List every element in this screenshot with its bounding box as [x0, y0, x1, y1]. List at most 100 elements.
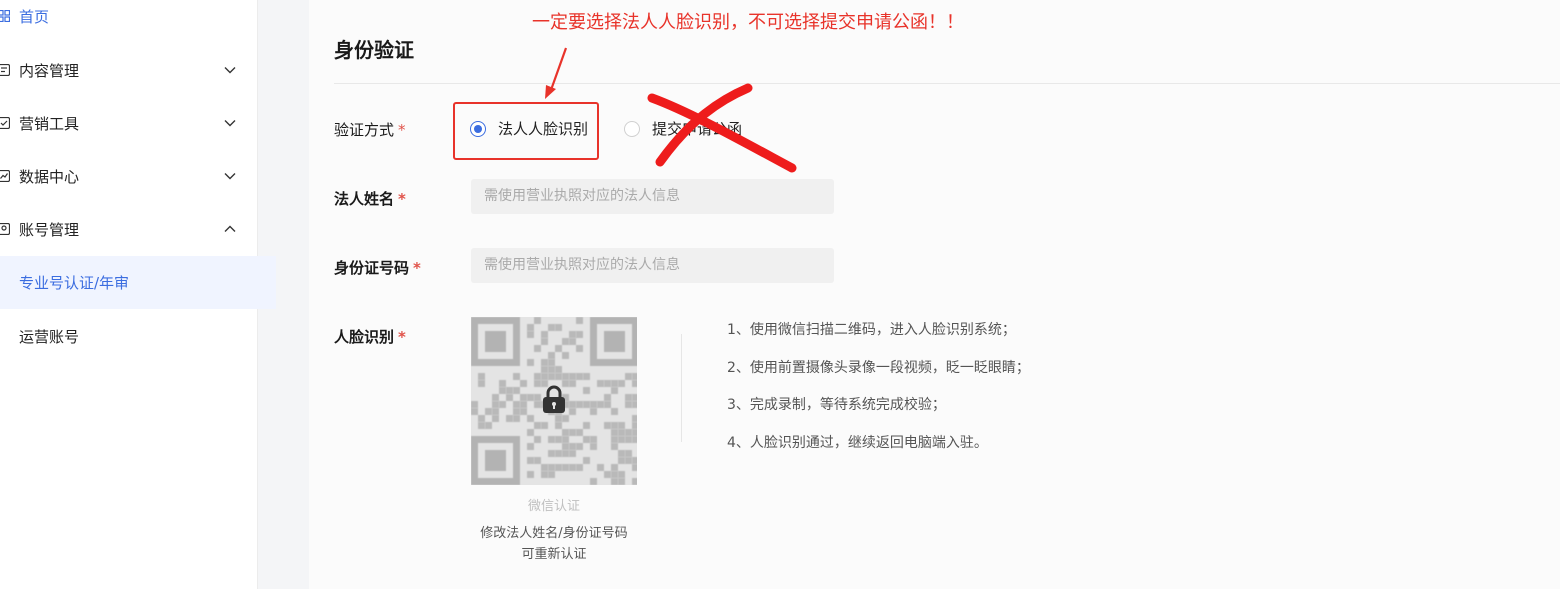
id-number-input[interactable]: 需使用营业执照对应的法人信息: [471, 248, 834, 283]
qr-module: [520, 380, 527, 387]
qr-module: [562, 338, 569, 345]
sidebar-item-label: 账号管理: [19, 220, 80, 239]
qr-module: [527, 331, 534, 338]
qr-module: [569, 464, 576, 471]
legal-name-input[interactable]: 需使用营业执照对应的法人信息: [471, 179, 834, 214]
sidebar-item-label: 营销工具: [19, 114, 80, 133]
qr-module: [527, 457, 534, 464]
qr-module: [576, 464, 583, 471]
qr-module: [555, 373, 562, 380]
radio-unchecked-icon[interactable]: [624, 120, 641, 137]
qr-module: [632, 373, 637, 380]
radio-submit-letter[interactable]: 提交申请公函: [624, 118, 742, 139]
qr-module: [590, 478, 597, 485]
face-label-text: 人脸识别: [334, 328, 395, 346]
qr-module: [541, 373, 548, 380]
qr-module: [583, 436, 590, 443]
name-label: 法人姓名 *: [334, 188, 406, 209]
qr-finder-pattern: [590, 317, 637, 366]
qr-module: [548, 324, 555, 331]
qr-module: [471, 408, 478, 415]
qr-module: [569, 450, 576, 457]
id-label: 身份证号码 *: [334, 257, 421, 278]
sidebar-item-home[interactable]: 首页: [0, 0, 257, 36]
radio-label: 提交申请公函: [652, 120, 743, 138]
qr-module: [611, 380, 618, 387]
qr-module: [513, 373, 520, 380]
qr-module: [618, 422, 625, 429]
sidebar-item-content[interactable]: 内容管理: [0, 50, 257, 90]
qr-module: [632, 422, 637, 429]
qr-module: [569, 443, 576, 450]
qr-module: [499, 387, 506, 394]
qr-module: [583, 422, 590, 429]
qr-module: [583, 387, 590, 394]
qr-module: [478, 380, 485, 387]
qr-module: [562, 352, 569, 359]
qr-module: [541, 331, 548, 338]
title-divider: [334, 83, 1560, 84]
qr-module: [485, 408, 492, 415]
qr-module: [541, 422, 548, 429]
qr-module: [527, 359, 534, 366]
sidebar-item-marketing[interactable]: 营销工具: [0, 103, 257, 143]
sidebar-item-account[interactable]: 账号管理: [0, 209, 257, 249]
qr-caption: 微信认证: [527, 499, 580, 514]
qr-module: [632, 415, 637, 422]
qr-module: [478, 422, 485, 429]
qr-module: [569, 401, 576, 408]
qr-module: [527, 394, 534, 401]
qr-module: [569, 429, 576, 436]
sidebar-item-data[interactable]: 数据中心: [0, 156, 257, 196]
qr-module: [506, 394, 513, 401]
id-label-text: 身份证号码: [334, 259, 410, 277]
qr-module: [618, 457, 625, 464]
qr-module: [492, 415, 499, 422]
sidebar-subitem-certification[interactable]: 专业号认证/年审: [0, 256, 276, 309]
qr-module: [604, 401, 611, 408]
qr-module: [597, 380, 604, 387]
step-item: 2、使用前置摄像头录像一段视频，眨一眨眼睛；: [727, 359, 1030, 376]
qr-module: [555, 422, 562, 429]
qr-module: [618, 436, 625, 443]
qr-module: [541, 471, 548, 478]
qr-module: [548, 464, 555, 471]
qr-module: [534, 317, 541, 324]
qr-module: [569, 380, 576, 387]
qr-module: [569, 408, 576, 415]
qr-module: [590, 401, 597, 408]
qr-note-line: 可重新认证: [521, 547, 587, 562]
sidebar: 首页 内容管理 营销工具 数据中心 账号管理 专业号认证/年审 运营账号: [0, 0, 276, 589]
qr-module: [590, 408, 597, 415]
content-icon: [0, 64, 10, 76]
qr-module: [618, 429, 625, 436]
method-label: 验证方式 *: [334, 119, 406, 140]
qr-module: [611, 464, 618, 471]
qr-module: [562, 464, 569, 471]
qr-module: [527, 324, 534, 331]
qr-module: [611, 429, 618, 436]
qr-note: 修改法人姓名/身份证号码 可重新认证: [471, 523, 637, 565]
qr-module: [492, 394, 499, 401]
qr-module: [632, 457, 637, 464]
qr-module: [555, 464, 562, 471]
qr-module: [534, 394, 541, 401]
sidebar-item-label: 首页: [19, 7, 50, 26]
qr-module: [534, 345, 541, 352]
qr-module: [527, 415, 534, 422]
qr-module: [611, 422, 618, 429]
qr-module: [604, 380, 611, 387]
qr-module: [632, 380, 637, 387]
qr-module: [597, 464, 604, 471]
qr-module: [618, 450, 625, 457]
qr-module: [618, 380, 625, 387]
qr-module: [555, 366, 562, 373]
sidebar-subitem-operator-account[interactable]: 运营账号: [0, 316, 276, 356]
qr-module: [569, 338, 576, 345]
qr-module: [506, 387, 513, 394]
qr-module: [569, 331, 576, 338]
sidebar-item-label: 专业号认证/年审: [19, 274, 130, 292]
qr-module: [625, 429, 632, 436]
qr-module: [611, 478, 618, 485]
steps-list: 1、使用微信扫描二维码，进入人脸识别系统； 2、使用前置摄像头录像一段视频，眨一…: [727, 320, 1030, 470]
